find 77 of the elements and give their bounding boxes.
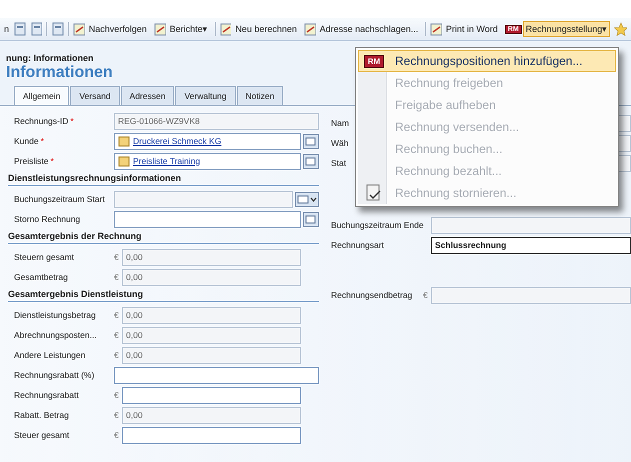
tab[interactable]: Adressen: [120, 86, 174, 105]
pencil-icon[interactable]: [154, 22, 166, 36]
field-label: Dienstleistungsbetrag: [14, 310, 96, 320]
field-label: Stat: [331, 158, 348, 168]
input-field[interactable]: Schlussrechnung: [431, 236, 631, 254]
field-label: Rechnungsrabatt (%): [14, 370, 94, 380]
logo-badge: RM: [364, 54, 384, 68]
field-label: Steuer gesamt: [14, 430, 70, 440]
toolbar-button[interactable]: Neu berechnen: [232, 21, 300, 37]
breadcrumb: nung: Informationen: [6, 53, 94, 63]
document-icon[interactable]: [51, 22, 64, 36]
required-mark: *: [50, 156, 54, 166]
field-label: Wäh: [331, 138, 350, 148]
field-label: Rechnungsendbetrag: [331, 290, 414, 300]
currency-symbol: €: [114, 330, 120, 340]
currency-symbol: €: [114, 430, 120, 440]
field-label: Rechnungsrabatt: [14, 390, 79, 400]
field-label: Rechnungsart: [331, 240, 385, 250]
field-label: Gesamtbetrag: [14, 272, 68, 282]
field-label: Rabatt. Betrag: [14, 410, 69, 420]
form-title: Informationen: [6, 64, 113, 82]
pencil-icon[interactable]: [220, 22, 232, 36]
lookup-field[interactable]: Preisliste Training: [114, 152, 301, 170]
input-field[interactable]: [122, 426, 301, 444]
input-field[interactable]: [114, 366, 319, 384]
section-header: Gesamtergebnis der Rechnung: [8, 231, 319, 244]
currency-symbol: €: [114, 410, 120, 420]
star-icon[interactable]: [614, 22, 627, 36]
required-mark: *: [40, 136, 44, 146]
field-label: Storno Rechnung: [14, 214, 80, 224]
tab[interactable]: Notizen: [236, 86, 284, 105]
lookup-field[interactable]: Druckerei Schmeck KG: [114, 132, 301, 150]
field-label: Preisliste: [14, 156, 48, 166]
required-mark: *: [70, 116, 74, 126]
tab[interactable]: Allgemein: [14, 86, 70, 105]
field-label: Abrechnungsposten...: [14, 330, 97, 340]
toolbar-button[interactable]: Nachverfolgen: [86, 21, 150, 37]
pencil-icon[interactable]: [430, 22, 442, 36]
record-icon: [118, 135, 130, 147]
field-label: Kunde: [14, 136, 39, 146]
toolbar-label: n: [4, 24, 10, 34]
currency-symbol: €: [114, 310, 120, 320]
field-label: Steuern gesamt: [14, 252, 74, 262]
toolbar-button[interactable]: Berichte▾: [166, 21, 211, 37]
field-label: Buchungszeitraum Ende: [331, 220, 425, 230]
date-field[interactable]: [114, 190, 293, 208]
currency-symbol: €: [423, 290, 429, 300]
record-link[interactable]: Preisliste Training: [133, 154, 200, 168]
record-icon: [118, 155, 130, 167]
currency-symbol: €: [114, 390, 120, 400]
lookup-icon[interactable]: [303, 134, 319, 148]
record-link[interactable]: Druckerei Schmeck KG: [133, 134, 222, 148]
currency-symbol: €: [114, 252, 120, 262]
pencil-icon[interactable]: [72, 22, 85, 36]
document-icon[interactable]: [30, 22, 42, 36]
menu-item[interactable]: RM Rechnungspositionen hinzufügen...: [358, 50, 616, 72]
document-icon[interactable]: [13, 22, 26, 36]
pencil-icon[interactable]: [304, 22, 316, 36]
currency-symbol: €: [114, 272, 120, 282]
tab[interactable]: Verwaltung: [175, 86, 236, 105]
field-label: Rechnungs-ID: [14, 116, 68, 126]
section-header: Gesamtergebnis Dienstleistung: [8, 289, 319, 302]
currency-symbol: €: [114, 350, 120, 360]
input-field[interactable]: [431, 286, 631, 304]
input-field[interactable]: [431, 216, 631, 234]
toolbar-button[interactable]: Adresse nachschlagen...: [316, 21, 422, 37]
lookup-icon[interactable]: [303, 212, 319, 226]
tab[interactable]: Versand: [70, 86, 120, 105]
section-header: Dienstleistungsrechnungsinformationen: [8, 173, 319, 186]
toolbar-button[interactable]: Rechnungsstellung▾: [522, 21, 610, 37]
lookup-icon[interactable]: [303, 154, 319, 168]
field-label: Buchungszeitraum Start: [14, 194, 105, 204]
toolbar-button[interactable]: Print in Word: [442, 21, 501, 37]
input-field[interactable]: [122, 386, 301, 404]
field-label: Andere Leistungen: [14, 350, 86, 360]
calendar-icon[interactable]: [295, 192, 319, 206]
lookup-field[interactable]: [114, 210, 301, 228]
